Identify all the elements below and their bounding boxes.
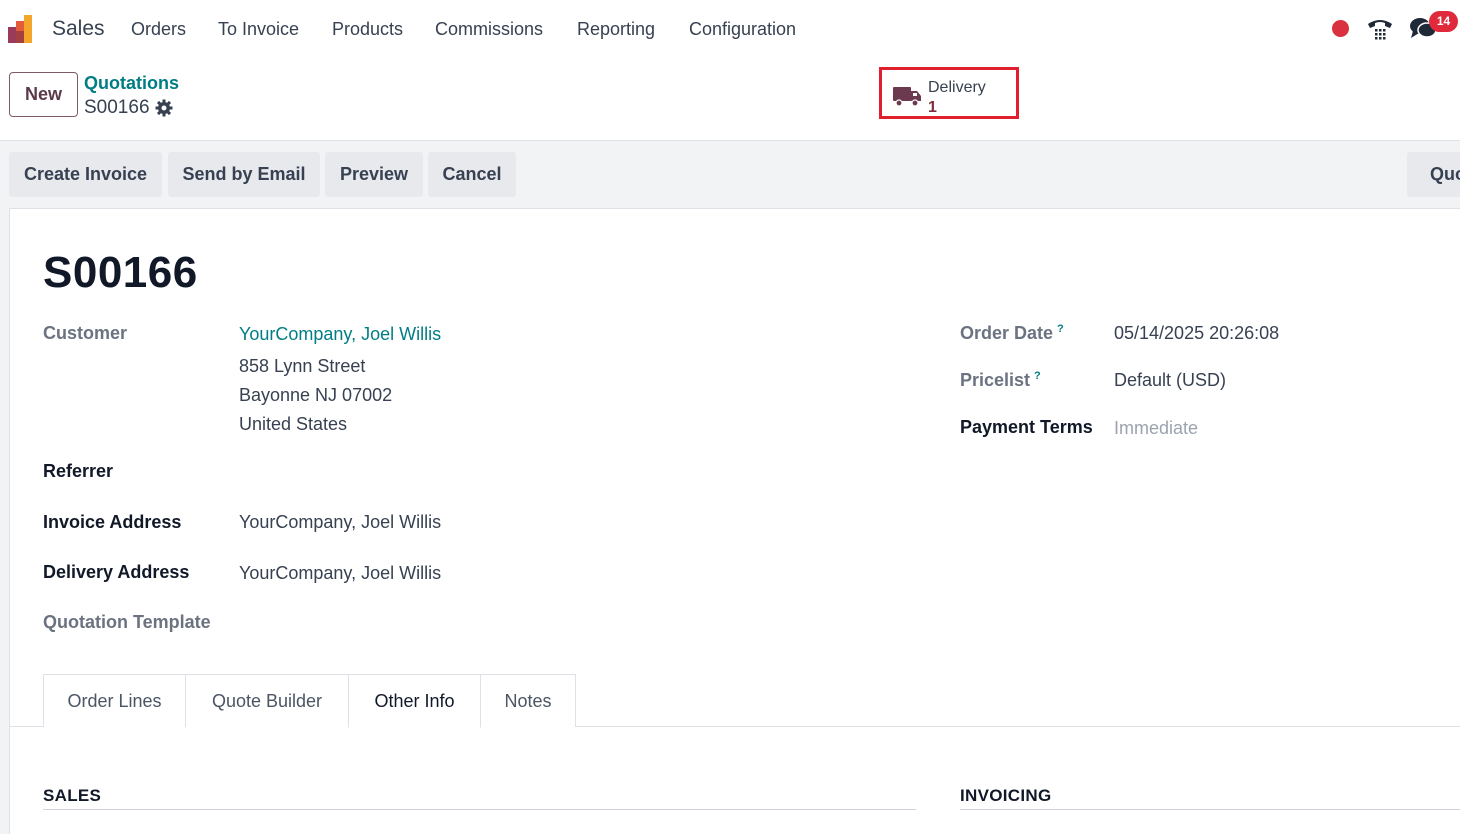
- order-date-field[interactable]: 05/14/2025 20:26:08: [1114, 323, 1279, 344]
- breadcrumb-quotations[interactable]: Quotations: [84, 73, 179, 94]
- pricelist-label-text: Pricelist: [960, 370, 1031, 390]
- menu-products[interactable]: Products: [332, 19, 403, 40]
- phone-icon[interactable]: [1366, 15, 1394, 43]
- menu-reporting[interactable]: Reporting: [577, 19, 655, 40]
- delivery-address-label: Delivery Address: [43, 562, 190, 582]
- cancel-button[interactable]: Cancel: [428, 152, 516, 197]
- customer-street: 858 Lynn Street: [239, 356, 366, 376]
- order-title: S00166: [43, 248, 198, 297]
- delivery-label: Delivery: [928, 79, 986, 96]
- tab-other-info[interactable]: Other Info: [348, 674, 481, 728]
- status-quotation[interactable]: Quotation: [1407, 152, 1460, 197]
- order-date-help-icon[interactable]: ?: [1057, 323, 1064, 335]
- payment-terms-label: Payment Terms: [960, 417, 1093, 437]
- action-bar: Create Invoice Send by Email Preview Can…: [0, 141, 1460, 208]
- gear-icon[interactable]: [155, 99, 173, 117]
- recording-indicator-icon[interactable]: [1332, 20, 1349, 37]
- delivery-smart-button[interactable]: Delivery 1: [879, 67, 1019, 119]
- menu-orders[interactable]: Orders: [131, 19, 186, 40]
- new-button[interactable]: New: [9, 72, 78, 117]
- menu-to-invoice[interactable]: To Invoice: [218, 19, 299, 40]
- menu-configuration[interactable]: Configuration: [689, 19, 796, 40]
- menu-commissions[interactable]: Commissions: [435, 19, 543, 40]
- invoice-address-field[interactable]: YourCompany, Joel Willis: [239, 512, 441, 533]
- referrer-label: Referrer: [43, 461, 114, 481]
- chat-badge: 14: [1429, 11, 1458, 32]
- sales-app-logo-icon[interactable]: [7, 13, 39, 45]
- section-invoicing-divider: [960, 809, 1460, 810]
- customer-label: Customer: [43, 323, 128, 343]
- section-sales-heading: SALES: [43, 786, 102, 805]
- delivery-address-field[interactable]: YourCompany, Joel Willis: [239, 563, 441, 584]
- pricelist-label: Pricelist?: [960, 370, 1041, 391]
- pricelist-field[interactable]: Default (USD): [1114, 370, 1226, 391]
- quotation-template-label: Quotation Template: [43, 612, 211, 632]
- order-date-label: Order Date?: [960, 323, 1064, 344]
- tab-notes[interactable]: Notes: [480, 674, 576, 727]
- truck-icon: [893, 87, 921, 107]
- tab-quote-builder[interactable]: Quote Builder: [185, 674, 349, 727]
- control-panel: New Quotations S00166 Delivery 1: [0, 60, 1460, 141]
- customer-city: Bayonne NJ 07002: [239, 385, 393, 405]
- delivery-count: 1: [928, 99, 937, 116]
- invoice-address-label: Invoice Address: [43, 512, 182, 532]
- customer-field[interactable]: YourCompany, Joel Willis: [239, 324, 441, 345]
- create-invoice-button[interactable]: Create Invoice: [9, 152, 162, 197]
- pricelist-help-icon[interactable]: ?: [1034, 370, 1041, 382]
- preview-button[interactable]: Preview: [325, 152, 423, 197]
- payment-terms-field[interactable]: Immediate: [1114, 418, 1198, 439]
- form-sheet: [9, 208, 1460, 834]
- app-name[interactable]: Sales: [52, 17, 105, 41]
- breadcrumb-record-name: S00166: [84, 97, 150, 118]
- section-invoicing-heading: INVOICING: [960, 786, 1052, 805]
- customer-country: United States: [239, 414, 348, 434]
- top-navbar: Sales Orders To Invoice Products Commiss…: [0, 0, 1460, 60]
- tab-order-lines[interactable]: Order Lines: [43, 674, 186, 727]
- section-sales-divider: [43, 809, 916, 810]
- notebook-tabs: Order Lines Quote Builder Other Info Not…: [10, 674, 1460, 728]
- send-by-email-button[interactable]: Send by Email: [168, 152, 320, 197]
- order-date-label-text: Order Date: [960, 323, 1054, 343]
